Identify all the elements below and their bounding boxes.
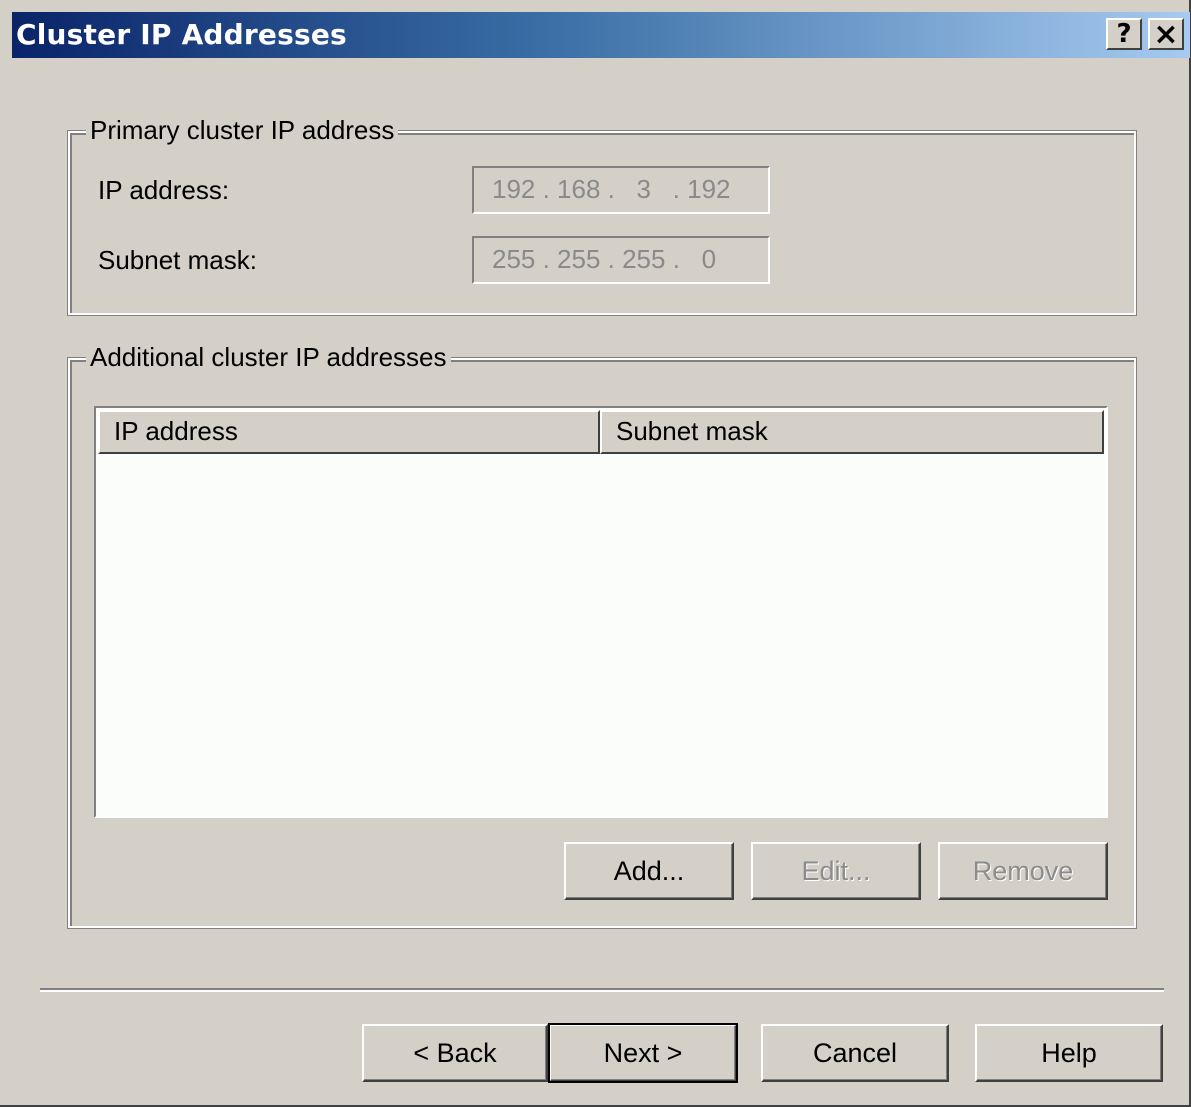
list-header: IP address Subnet mask bbox=[98, 410, 1104, 454]
column-header-subnet-mask[interactable]: Subnet mask bbox=[600, 410, 1104, 454]
title-bar[interactable]: Cluster IP Addresses ? × bbox=[12, 12, 1190, 58]
additional-ip-list[interactable]: IP address Subnet mask bbox=[94, 406, 1108, 818]
edit-button[interactable]: Edit... bbox=[751, 842, 921, 900]
primary-ip-group: Primary cluster IP address bbox=[67, 113, 1137, 316]
close-icon: × bbox=[1153, 16, 1179, 52]
list-body[interactable] bbox=[98, 454, 1104, 814]
ip-address-label: IP address: bbox=[98, 175, 230, 205]
next-button[interactable]: Next > bbox=[548, 1023, 738, 1083]
back-button[interactable]: < Back bbox=[362, 1024, 548, 1082]
help-button[interactable]: Help bbox=[975, 1024, 1163, 1082]
window-title: Cluster IP Addresses bbox=[16, 18, 347, 51]
subnet-mask-label: Subnet mask: bbox=[98, 245, 257, 275]
primary-ip-field[interactable]: 192 . 168 . 3 . 192 bbox=[472, 166, 770, 214]
close-title-button[interactable]: × bbox=[1148, 16, 1184, 52]
help-icon: ? bbox=[1116, 19, 1132, 49]
additional-ip-legend: Additional cluster IP addresses bbox=[86, 340, 451, 374]
column-header-ip-address[interactable]: IP address bbox=[98, 410, 600, 454]
subnet-mask-field[interactable]: 255 . 255 . 255 . 0 bbox=[472, 236, 770, 284]
help-title-button[interactable]: ? bbox=[1106, 18, 1142, 50]
cluster-ip-dialog: Cluster IP Addresses ? × Primary cluster… bbox=[0, 0, 1191, 1107]
remove-button[interactable]: Remove bbox=[938, 842, 1108, 900]
add-button[interactable]: Add... bbox=[564, 842, 734, 900]
primary-ip-legend: Primary cluster IP address bbox=[86, 113, 399, 147]
cancel-button[interactable]: Cancel bbox=[761, 1024, 949, 1082]
footer-separator bbox=[40, 988, 1164, 992]
